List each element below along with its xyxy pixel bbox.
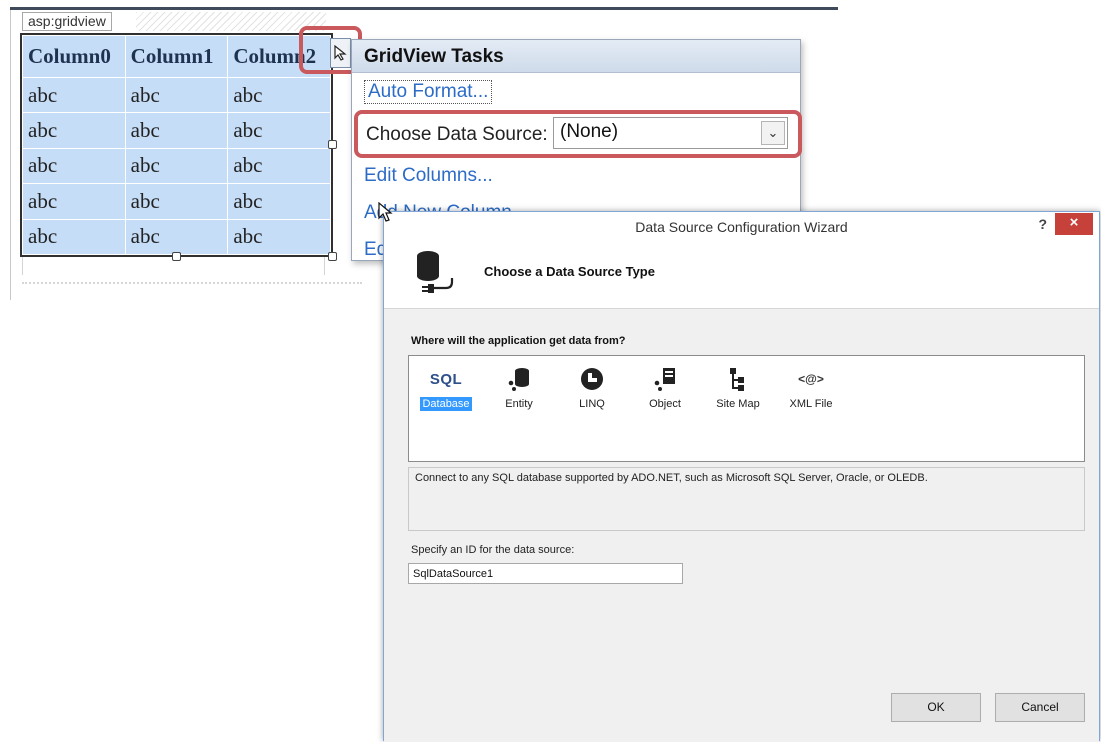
data-source-description: Connect to any SQL database supported by…: [408, 467, 1085, 531]
edit-columns-link[interactable]: Edit Columns...: [364, 165, 493, 187]
table-row: abc abc abc: [22, 76, 331, 114]
choose-data-source-highlight: [354, 110, 802, 158]
resize-handle-corner[interactable]: [328, 252, 337, 261]
type-label: Site Map: [716, 398, 760, 410]
grid-cell: abc: [124, 183, 229, 220]
grid-header-row: Column0 Column1 Column2: [22, 35, 331, 78]
table-row: abc abc abc: [22, 112, 331, 149]
designer-top-border: [10, 7, 838, 10]
designer-dotted-separator: [22, 282, 362, 284]
grid-cell: abc: [124, 147, 229, 185]
ok-button[interactable]: OK: [891, 693, 981, 722]
wizard-step-heading: Choose a Data Source Type: [484, 264, 655, 279]
close-button[interactable]: ×: [1055, 213, 1093, 235]
control-tag-label: asp:gridview: [22, 12, 112, 31]
gridview-control[interactable]: Column0 Column1 Column2 abc abc abc abc …: [20, 33, 333, 257]
data-source-type-list: SQL Database Entity LINQ Object Site Map…: [408, 355, 1085, 462]
type-database[interactable]: SQL Database: [411, 364, 481, 412]
xml-file-icon: <@>: [798, 372, 824, 386]
grid-cell: abc: [22, 183, 126, 220]
entity-icon: [484, 364, 554, 394]
cancel-button[interactable]: Cancel: [995, 693, 1085, 722]
resize-handle-bottom[interactable]: [172, 252, 181, 261]
designer-left-rule: [10, 10, 11, 300]
table-row: abc abc abc: [22, 218, 331, 256]
grid-cell: abc: [227, 218, 331, 256]
database-plug-icon: [417, 251, 454, 293]
grid-cell: abc: [227, 76, 331, 114]
tag-hatch-area: [136, 12, 326, 31]
help-button[interactable]: ?: [1038, 216, 1047, 232]
wizard-title: Data Source Configuration Wizard: [384, 212, 1099, 242]
auto-format-link[interactable]: Auto Format...: [364, 80, 493, 104]
type-linq[interactable]: LINQ: [557, 364, 627, 412]
type-label: LINQ: [579, 398, 605, 410]
site-map-icon: [703, 364, 773, 394]
designer-guide-line: [324, 257, 325, 275]
data-source-question: Where will the application get data from…: [411, 335, 626, 347]
type-object[interactable]: Object: [630, 364, 700, 412]
grid-cell: abc: [22, 112, 126, 149]
tasks-panel-title: GridView Tasks: [352, 40, 800, 73]
grid-cell: abc: [22, 218, 126, 256]
object-icon: [630, 364, 700, 394]
grid-cell: abc: [124, 112, 229, 149]
designer-guide-line: [22, 257, 23, 275]
type-entity[interactable]: Entity: [484, 364, 554, 412]
linq-icon: [557, 364, 627, 394]
grid-cell: abc: [227, 147, 331, 185]
grid-header-cell: Column0: [22, 35, 126, 78]
wizard-header: Choose a Data Source Type: [384, 242, 1099, 308]
grid-cell: abc: [124, 218, 229, 256]
grid-cell: abc: [124, 76, 229, 114]
type-label: Database: [420, 397, 472, 411]
data-source-id-input[interactable]: [408, 563, 683, 584]
wizard-body: Where will the application get data from…: [384, 308, 1099, 742]
grid-cell: abc: [227, 112, 331, 149]
resize-handle-right[interactable]: [328, 140, 337, 149]
data-source-id-label: Specify an ID for the data source:: [411, 544, 575, 556]
type-site-map[interactable]: Site Map: [703, 364, 773, 412]
data-source-wizard-dialog: Data Source Configuration Wizard ? × Cho…: [383, 211, 1100, 742]
grid-cell: abc: [227, 183, 331, 220]
type-label: XML File: [789, 398, 833, 410]
type-label: Object: [649, 398, 681, 410]
type-label: Entity: [505, 398, 533, 410]
table-row: abc abc abc: [22, 147, 331, 185]
mouse-cursor-icon: [378, 202, 393, 222]
grid-cell: abc: [22, 147, 126, 185]
gridview-table: Column0 Column1 Column2 abc abc abc abc …: [22, 35, 331, 256]
type-xml-file[interactable]: <@> XML File: [776, 364, 846, 412]
grid-cell: abc: [22, 76, 126, 114]
grid-header-cell: Column1: [124, 35, 229, 78]
sql-database-icon: SQL: [429, 370, 463, 388]
table-row: abc abc abc: [22, 183, 331, 220]
